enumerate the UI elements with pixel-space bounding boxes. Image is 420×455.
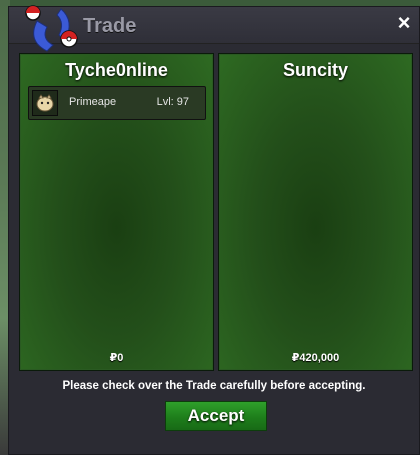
item-level: Lvl: 97: [156, 96, 189, 108]
item-name: Primeape: [69, 96, 117, 108]
pokemon-sprite-icon: [32, 90, 58, 116]
trade-panel-right: Suncity ₽420,000: [218, 53, 413, 371]
window-title: Trade: [83, 15, 137, 37]
trade-item-slot[interactable]: Primeape Lvl: 97: [28, 86, 206, 120]
left-money: ₽0: [109, 352, 124, 364]
right-money: ₽420,000: [291, 352, 340, 364]
trade-notice: Please check over the Trade carefully be…: [62, 380, 366, 392]
close-button[interactable]: ×: [393, 10, 415, 36]
accept-button[interactable]: Accept: [165, 401, 267, 431]
trade-panel-left: Tyche0nline Primeape Lvl: 97 ₽0: [19, 53, 214, 371]
trade-logo-icon: [25, 5, 78, 52]
right-player-name: Suncity: [282, 60, 348, 80]
trade-window: Trade × Tyche0nline Primeape Lvl: 97 ₽0 …: [8, 5, 420, 455]
left-player-name: Tyche0nline: [65, 60, 168, 80]
